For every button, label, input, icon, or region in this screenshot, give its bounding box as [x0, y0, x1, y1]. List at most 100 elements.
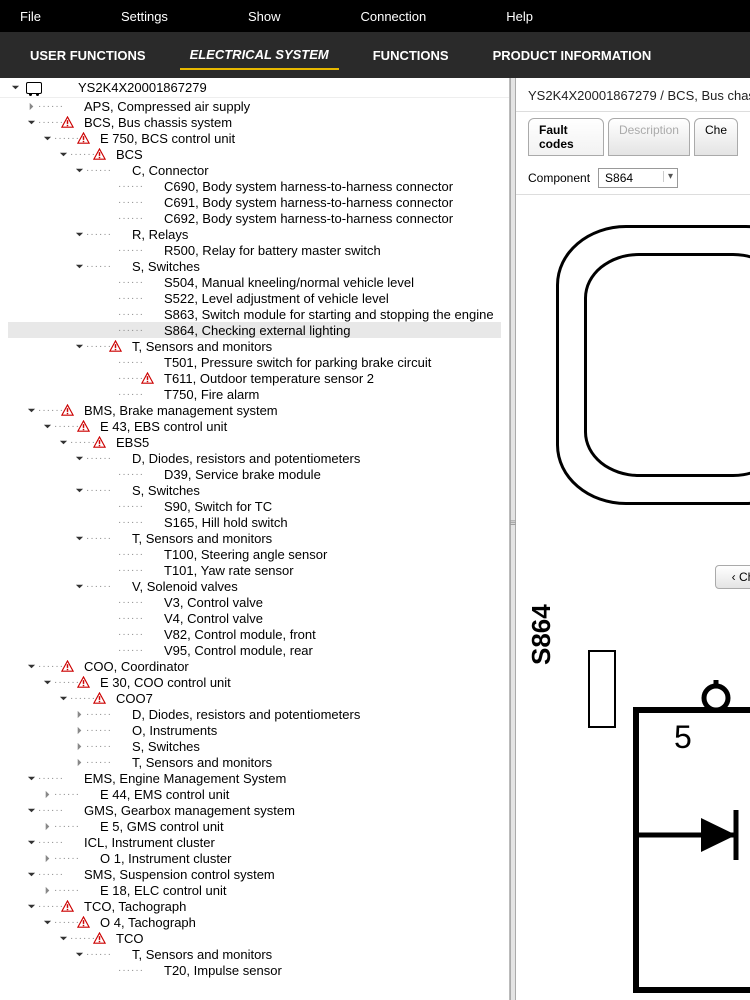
tree-item[interactable]: ······C690, Body system harness-to-harne…	[8, 178, 501, 194]
tree-item[interactable]: ······COO7	[8, 690, 501, 706]
menu-show[interactable]: Show	[248, 9, 281, 24]
collapse-icon[interactable]	[24, 659, 38, 673]
tree-item[interactable]: ······V4, Control valve	[8, 610, 501, 626]
collapse-icon[interactable]	[72, 531, 86, 545]
tree-item[interactable]: ······R500, Relay for battery master swi…	[8, 242, 501, 258]
collapse-icon[interactable]	[56, 691, 70, 705]
collapse-icon[interactable]	[56, 931, 70, 945]
tree-item[interactable]: ······S864, Checking external lighting	[8, 322, 501, 338]
tree-item[interactable]: ······ICL, Instrument cluster	[8, 834, 501, 850]
tree-item[interactable]: ······E 750, BCS control unit	[8, 130, 501, 146]
tab-functions[interactable]: FUNCTIONS	[363, 42, 459, 69]
tree-item[interactable]: ······T, Sensors and monitors	[8, 946, 501, 962]
expand-icon[interactable]	[72, 739, 86, 753]
tree-item[interactable]: ······O 1, Instrument cluster	[8, 850, 501, 866]
tree-item[interactable]: ······GMS, Gearbox management system	[8, 802, 501, 818]
tree-item[interactable]: ······D, Diodes, resistors and potentiom…	[8, 450, 501, 466]
tree-item[interactable]: ······V, Solenoid valves	[8, 578, 501, 594]
collapse-icon[interactable]	[40, 675, 54, 689]
collapse-icon[interactable]	[40, 915, 54, 929]
tree-item[interactable]: ······S, Switches	[8, 482, 501, 498]
tree-item[interactable]: ······S90, Switch for TC	[8, 498, 501, 514]
collapse-icon[interactable]	[24, 803, 38, 817]
tree-item[interactable]: ······EMS, Engine Management System	[8, 770, 501, 786]
tree-item[interactable]: ······T611, Outdoor temperature sensor 2	[8, 370, 501, 386]
tree-item[interactable]: ······S863, Switch module for starting a…	[8, 306, 501, 322]
tree-item[interactable]: ······O, Instruments	[8, 722, 501, 738]
expand-icon[interactable]	[72, 755, 86, 769]
tree-item[interactable]: ······C691, Body system harness-to-harne…	[8, 194, 501, 210]
expand-icon[interactable]	[40, 883, 54, 897]
collapse-icon[interactable]	[72, 579, 86, 593]
tree-item[interactable]: ······BCS, Bus chassis system	[8, 114, 501, 130]
tree-item[interactable]: ······T501, Pressure switch for parking …	[8, 354, 501, 370]
subtab-fault-codes[interactable]: Fault codes	[528, 118, 604, 156]
tree-item[interactable]: ······T20, Impulse sensor	[8, 962, 501, 978]
tree-item[interactable]: ······T, Sensors and monitors	[8, 338, 501, 354]
tree-item[interactable]: ······S504, Manual kneeling/normal vehic…	[8, 274, 501, 290]
tree-item[interactable]: ······C692, Body system harness-to-harne…	[8, 210, 501, 226]
collapse-icon[interactable]	[72, 227, 86, 241]
collapse-icon[interactable]	[40, 419, 54, 433]
collapse-icon[interactable]	[72, 163, 86, 177]
tree-item[interactable]: ······T750, Fire alarm	[8, 386, 501, 402]
tree-item[interactable]: ······V95, Control module, rear	[8, 642, 501, 658]
tree-item[interactable]: ······V3, Control valve	[8, 594, 501, 610]
menu-settings[interactable]: Settings	[121, 9, 168, 24]
tree-item[interactable]: ······TCO	[8, 930, 501, 946]
tree-item[interactable]: ······E 43, EBS control unit	[8, 418, 501, 434]
collapse-icon[interactable]	[24, 115, 38, 129]
tree-item[interactable]: ······T, Sensors and monitors	[8, 754, 501, 770]
tree-item[interactable]: ······E 5, GMS control unit	[8, 818, 501, 834]
collapse-icon[interactable]	[72, 259, 86, 273]
collapse-icon[interactable]	[72, 339, 86, 353]
collapse-icon[interactable]	[72, 483, 86, 497]
tree-item[interactable]: ······T100, Steering angle sensor	[8, 546, 501, 562]
tree-item[interactable]: ······D, Diodes, resistors and potentiom…	[8, 706, 501, 722]
menu-file[interactable]: File	[20, 9, 41, 24]
tree-item[interactable]: ······S, Switches	[8, 258, 501, 274]
tree-item[interactable]: ······E 44, EMS control unit	[8, 786, 501, 802]
tree-item[interactable]: ······BCS	[8, 146, 501, 162]
tree-item[interactable]: ······TCO, Tachograph	[8, 898, 501, 914]
tree-item[interactable]: ······R, Relays	[8, 226, 501, 242]
tree-item[interactable]: ······E 18, ELC control unit	[8, 882, 501, 898]
collapse-icon[interactable]	[40, 131, 54, 145]
tree-root[interactable]: YS2K4X20001867279	[0, 78, 509, 98]
tab-electrical-system[interactable]: ELECTRICAL SYSTEM	[180, 41, 339, 70]
expand-icon[interactable]	[72, 723, 86, 737]
expand-icon[interactable]	[72, 707, 86, 721]
component-dropdown[interactable]: S864	[598, 168, 678, 188]
tree-panel[interactable]: YS2K4X20001867279 ······APS, Compressed …	[0, 78, 510, 1000]
expand-icon[interactable]	[40, 851, 54, 865]
tree-item[interactable]: ······T, Sensors and monitors	[8, 530, 501, 546]
collapse-icon[interactable]	[24, 403, 38, 417]
tree-item[interactable]: ······SMS, Suspension control system	[8, 866, 501, 882]
check-button[interactable]: ‹ Check	[715, 565, 750, 589]
menu-help[interactable]: Help	[506, 9, 533, 24]
tree-item[interactable]: ······S, Switches	[8, 738, 501, 754]
tree-item[interactable]: ······S165, Hill hold switch	[8, 514, 501, 530]
tree-item[interactable]: ······BMS, Brake management system	[8, 402, 501, 418]
tree-item[interactable]: ······APS, Compressed air supply	[8, 98, 501, 114]
collapse-icon[interactable]	[24, 867, 38, 881]
tree-item[interactable]: ······E 30, COO control unit	[8, 674, 501, 690]
subtab-check[interactable]: Che	[694, 118, 738, 156]
tree-item[interactable]: ······C, Connector	[8, 162, 501, 178]
tree-item[interactable]: ······EBS5	[8, 434, 501, 450]
collapse-icon[interactable]	[56, 147, 70, 161]
tree-item[interactable]: ······O 4, Tachograph	[8, 914, 501, 930]
collapse-icon[interactable]	[72, 947, 86, 961]
collapse-icon[interactable]	[24, 771, 38, 785]
collapse-icon[interactable]	[72, 451, 86, 465]
menu-connection[interactable]: Connection	[360, 9, 426, 24]
tree-item[interactable]: ······COO, Coordinator	[8, 658, 501, 674]
tree-item[interactable]: ······S522, Level adjustment of vehicle …	[8, 290, 501, 306]
tab-user-functions[interactable]: USER FUNCTIONS	[20, 42, 156, 69]
tree-item[interactable]: ······D39, Service brake module	[8, 466, 501, 482]
tree-item[interactable]: ······T101, Yaw rate sensor	[8, 562, 501, 578]
expand-icon[interactable]	[40, 819, 54, 833]
collapse-icon[interactable]	[8, 81, 22, 95]
collapse-icon[interactable]	[24, 835, 38, 849]
expand-icon[interactable]	[40, 787, 54, 801]
